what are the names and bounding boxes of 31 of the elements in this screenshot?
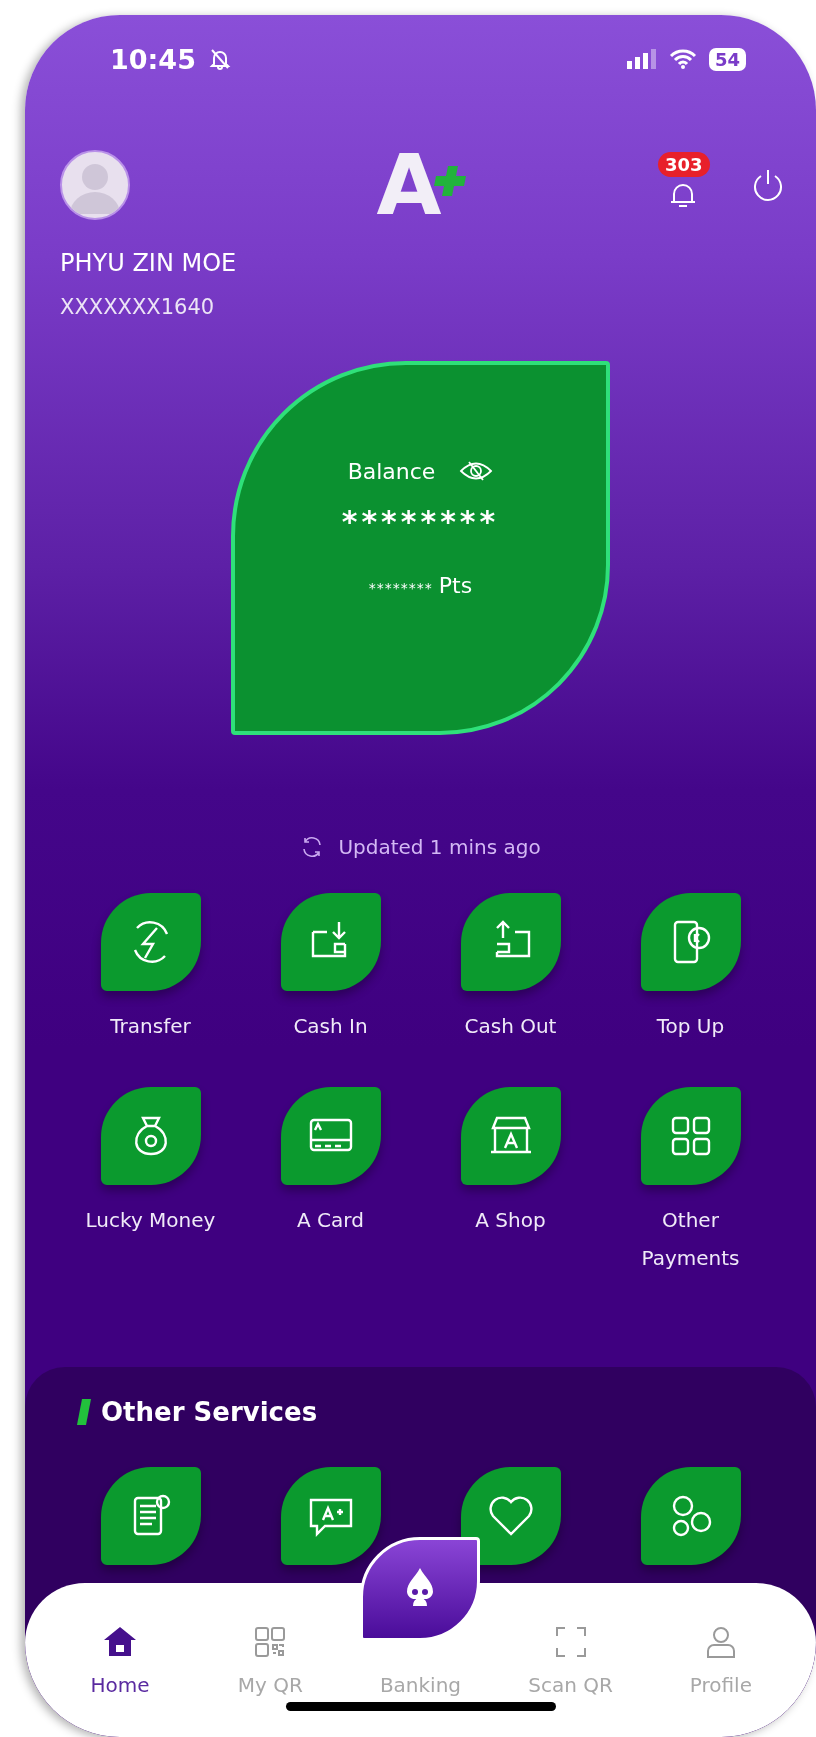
quick-action[interactable]: Transfer xyxy=(60,893,241,1045)
quick-action[interactable]: A Card xyxy=(240,1087,421,1277)
quick-action[interactable]: Cash Out xyxy=(420,893,601,1045)
quick-action[interactable]: Top Up xyxy=(600,893,781,1045)
nav-tab[interactable]: Home xyxy=(55,1623,186,1697)
quick-action[interactable]: Lucky Money xyxy=(60,1087,241,1277)
service-button[interactable] xyxy=(460,1467,561,1565)
quick-action[interactable]: Other Payments xyxy=(600,1087,781,1277)
points-unit: Pts xyxy=(438,572,473,598)
user-name: PHYU ZIN MOE xyxy=(60,249,238,277)
points-value: ******** xyxy=(368,579,433,596)
eye-slash-icon[interactable] xyxy=(459,460,494,482)
muted-bell-icon xyxy=(207,47,232,71)
updated-text: Updated 1 mins ago xyxy=(338,835,541,859)
service-button[interactable] xyxy=(100,1467,201,1565)
wifi-icon xyxy=(668,49,697,69)
account-number: XXXXXXX1640 xyxy=(60,295,216,319)
banking-button[interactable] xyxy=(360,1537,481,1641)
quick-action[interactable]: Cash In xyxy=(240,893,421,1045)
app-logo: A xyxy=(376,143,470,227)
battery-indicator: 54 xyxy=(708,47,746,71)
signal-icon xyxy=(626,49,657,69)
status-time: 10:45 xyxy=(110,43,196,75)
service-button[interactable] xyxy=(280,1467,381,1565)
service-button[interactable] xyxy=(640,1467,741,1565)
quick-action[interactable]: A Shop xyxy=(420,1087,601,1277)
balance-amount: ******** xyxy=(341,503,500,539)
notification-badge: 303 xyxy=(658,152,710,177)
section-accent-mark xyxy=(77,1399,91,1425)
balance-label: Balance xyxy=(347,458,436,484)
section-title: Other Services xyxy=(101,1397,318,1427)
